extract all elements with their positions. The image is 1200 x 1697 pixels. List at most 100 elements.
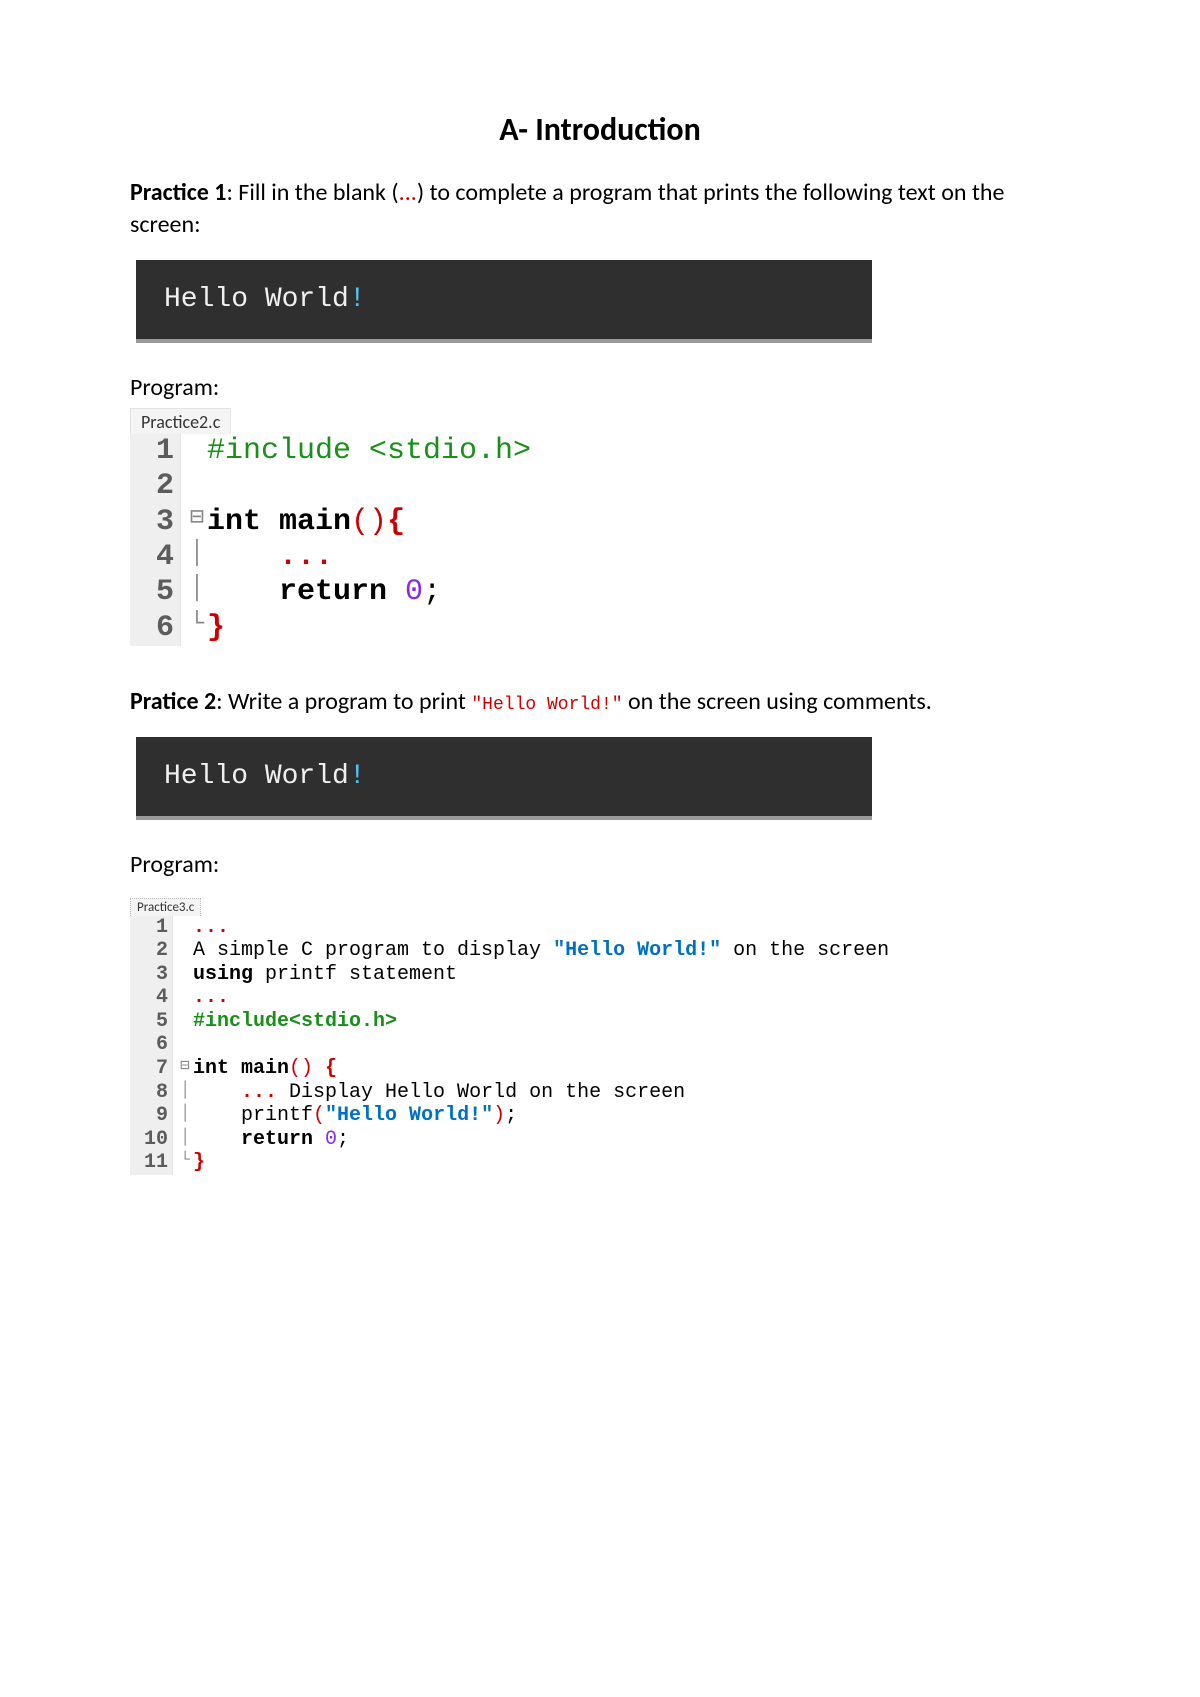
using-kw: using [193, 963, 253, 986]
paren-close: ) [301, 1057, 313, 1080]
line-number: 10 [130, 1128, 173, 1152]
editor1-line-1: 1 #include <stdio.h> [130, 434, 1070, 469]
line-number: 11 [130, 1151, 173, 1175]
printf-call: printf [241, 1104, 313, 1127]
practice2-text-after: on the screen using comments. [623, 687, 932, 716]
line-number: 1 [130, 434, 181, 469]
code: └} [181, 611, 225, 646]
code: ⊟int main() { [173, 1057, 337, 1081]
practice1-prompt: Practice 1: Fill in the blank (...) to c… [130, 177, 1070, 242]
practice1-ellipsis: ... [399, 178, 417, 207]
editor2-tab[interactable]: Practice3.c [130, 898, 201, 916]
paren-open: ( [351, 505, 369, 539]
editor2-line-1: 1 ... [130, 916, 1070, 940]
editor2-line-2: 2 A simple C program to display "Hello W… [130, 939, 1070, 963]
editor1-tab[interactable]: Practice2.c [130, 408, 231, 434]
practice2-inline-hello: "Hello World!" [471, 695, 622, 715]
code: │ printf("Hello World!"); [173, 1104, 517, 1128]
code: │ return 0; [181, 575, 441, 610]
output-box-1: Hello World! [136, 260, 872, 343]
line-number: 1 [130, 916, 173, 940]
zero: 0 [325, 1128, 337, 1151]
brace-open: { [313, 1057, 337, 1080]
line-number: 8 [130, 1081, 173, 1105]
line-number: 9 [130, 1104, 173, 1128]
comment-text: on the screen [721, 939, 889, 962]
editor1-line-3: 3 ⊟int main(){ [130, 505, 1070, 540]
line-number: 4 [130, 540, 181, 575]
practice2-text-before: : Write a program to print [216, 687, 471, 716]
editor2-tabwrap: Practice3.c [130, 897, 1070, 916]
blank-ellipsis: ... [193, 986, 229, 1009]
editor2-line-11: 11 └} [130, 1151, 1070, 1175]
line-number: 2 [130, 939, 173, 963]
semi: ; [337, 1128, 349, 1151]
return-kw: return [241, 1128, 325, 1151]
line-number: 2 [130, 469, 181, 504]
editor2-line-3: 3 using printf statement [130, 963, 1070, 987]
line-number: 5 [130, 575, 181, 610]
brace-close: } [207, 611, 225, 645]
brace-close: } [193, 1151, 205, 1174]
code: │ ... Display Hello World on the screen [173, 1081, 685, 1105]
paren-open: ( [313, 1104, 325, 1127]
program-label-2: Program: [130, 850, 1070, 879]
comment-text: printf statement [253, 963, 457, 986]
int-main: int main [207, 505, 351, 539]
semi: ; [423, 575, 441, 609]
comment-text: Display Hello World on the screen [277, 1081, 685, 1104]
practice1-label: Practice 1 [130, 178, 226, 207]
code [181, 469, 207, 504]
line-number: 6 [130, 1033, 173, 1057]
zero: 0 [405, 575, 423, 609]
line-number: 6 [130, 611, 181, 646]
semi: ; [505, 1104, 517, 1127]
brace-open: { [387, 505, 405, 539]
editor1-tabwrap: Practice2.c [130, 408, 1070, 434]
output1-text: Hello World [164, 284, 349, 315]
code: │ ... [181, 540, 333, 575]
blank-ellipsis: ... [193, 916, 229, 939]
fold-icon[interactable]: ⊟ [187, 505, 207, 533]
line-number: 3 [130, 505, 181, 540]
editor2-line-9: 9 │ printf("Hello World!"); [130, 1104, 1070, 1128]
paren-open: ( [289, 1057, 301, 1080]
line-number: 7 [130, 1057, 173, 1081]
page-title: A- Introduction [130, 110, 1070, 149]
int-main: int main [193, 1057, 289, 1080]
editor1-line-4: 4 │ ... [130, 540, 1070, 575]
output2-bang: ! [349, 761, 366, 792]
output-box-2: Hello World! [136, 737, 872, 820]
comment-string: "Hello World!" [553, 939, 721, 962]
editor2-line-6: 6 [130, 1033, 1070, 1057]
editor1: 1 #include <stdio.h> 2 3 ⊟int main(){ 4 … [130, 434, 1070, 646]
code: │ return 0; [173, 1128, 349, 1152]
fold-icon[interactable]: ⊟ [177, 1057, 193, 1076]
code: #include<stdio.h> [173, 1010, 397, 1034]
practice1-text-before: : Fill in the blank ( [226, 178, 398, 207]
practice2-prompt: Pratice 2: Write a program to print "Hel… [130, 686, 1070, 718]
paren-close: ) [493, 1104, 505, 1127]
code: ... [173, 916, 229, 940]
line-number: 3 [130, 963, 173, 987]
comment-text: A simple C program to display [193, 939, 553, 962]
editor2: 1 ... 2 A simple C program to display "H… [130, 916, 1070, 1176]
program-label-1: Program: [130, 373, 1070, 402]
include-directive: #include<stdio.h> [193, 1010, 397, 1033]
paren-close: ) [369, 505, 387, 539]
editor1-line-5: 5 │ return 0; [130, 575, 1070, 610]
editor2-line-7: 7 ⊟int main() { [130, 1057, 1070, 1081]
blank-ellipsis: ... [279, 540, 333, 574]
editor1-line-6: 6 └} [130, 611, 1070, 646]
line-number: 4 [130, 986, 173, 1010]
code: ⊟int main(){ [181, 505, 405, 540]
code [173, 1033, 193, 1057]
printf-string: "Hello World!" [325, 1104, 493, 1127]
return-kw: return [279, 575, 405, 609]
code: └} [173, 1151, 205, 1175]
editor2-line-5: 5 #include<stdio.h> [130, 1010, 1070, 1034]
code: A simple C program to display "Hello Wor… [173, 939, 889, 963]
editor2-line-4: 4 ... [130, 986, 1070, 1010]
code: #include <stdio.h> [181, 434, 531, 469]
include-directive: #include <stdio.h> [207, 434, 531, 468]
